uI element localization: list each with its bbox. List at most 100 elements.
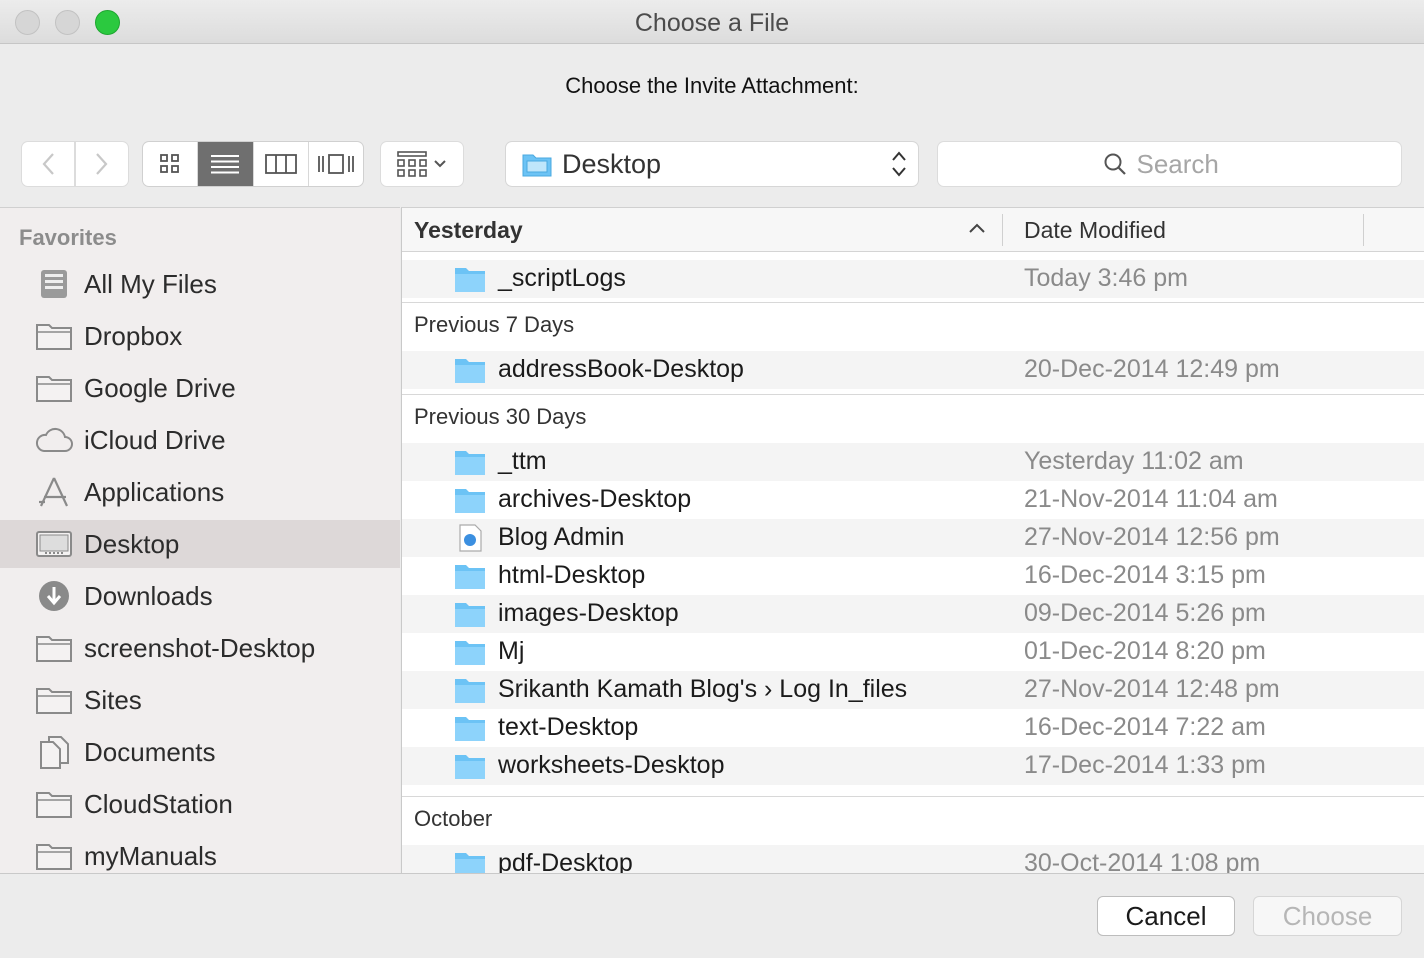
file-row[interactable]: images-Desktop 09-Dec-2014 5:26 pm <box>402 595 1424 633</box>
choose-button[interactable]: Choose <box>1253 896 1402 936</box>
list-icon <box>211 155 240 174</box>
back-button[interactable] <box>22 142 74 186</box>
sidebar-item-all-my-files[interactable]: All My Files <box>0 260 400 308</box>
file-date: Yesterday 11:02 am <box>1024 447 1244 475</box>
forward-button[interactable] <box>76 142 128 186</box>
file-row[interactable]: Mj 01-Dec-2014 8:20 pm <box>402 633 1424 671</box>
folder-icon <box>455 641 485 665</box>
sidebar-item-sites[interactable]: Sites <box>0 676 400 724</box>
downloads-icon <box>35 580 73 612</box>
sidebar-item-applications[interactable]: Applications <box>0 468 400 516</box>
column-header-name[interactable]: Yesterday <box>414 217 523 244</box>
title-bar: Choose a File <box>0 0 1424 44</box>
window-title: Choose a File <box>634 9 790 37</box>
sidebar-item-dropbox[interactable]: Dropbox <box>0 312 400 360</box>
cancel-button[interactable]: Cancel <box>1097 896 1235 936</box>
folder-icon <box>35 320 73 352</box>
popup-arrows-icon <box>892 151 906 177</box>
file-date: Today 3:46 pm <box>1024 264 1188 292</box>
sidebar-item-label: Documents <box>84 736 216 767</box>
folder-icon <box>455 565 485 589</box>
cover-flow-icon <box>317 154 354 174</box>
column-view-button[interactable] <box>254 142 309 186</box>
group-header: Previous 7 Days <box>402 302 1424 346</box>
group-label: October <box>414 806 493 831</box>
file-row[interactable]: Srikanth Kamath Blog's › Log In_files 27… <box>402 671 1424 709</box>
folder-icon <box>35 788 73 820</box>
folder-icon <box>455 489 485 513</box>
file-row[interactable]: html-Desktop 16-Dec-2014 3:15 pm <box>402 557 1424 595</box>
sidebar-item-desktop[interactable]: Desktop <box>0 520 400 568</box>
column-header-date-modified[interactable]: Date Modified <box>1024 217 1166 244</box>
file-name: Srikanth Kamath Blog's › Log In_files <box>498 675 908 703</box>
folder-icon <box>455 359 485 383</box>
column-divider[interactable] <box>1363 214 1364 246</box>
arrange-grid-icon <box>397 151 427 177</box>
sidebar-item-label: Dropbox <box>84 320 183 351</box>
file-row[interactable]: archives-Desktop 21-Nov-2014 11:04 am <box>402 481 1424 519</box>
folder-icon <box>455 679 485 703</box>
group-label: Previous 30 Days <box>414 404 587 429</box>
icon-grid-icon <box>160 154 180 173</box>
file-date: 21-Nov-2014 11:04 am <box>1024 485 1278 513</box>
file-row[interactable]: _scriptLogs Today 3:46 pm <box>402 260 1424 298</box>
folder-icon <box>35 684 73 716</box>
file-row[interactable]: pdf-Desktop 30-Oct-2014 1:08 pm <box>402 845 1424 873</box>
sidebar-item-documents[interactable]: Documents <box>0 728 400 776</box>
sidebar-item-cloudstation[interactable]: CloudStation <box>0 780 400 828</box>
group-header: Previous 30 Days <box>402 394 1424 438</box>
sidebar-item-label: myManuals <box>84 840 217 871</box>
file-row[interactable]: Blog Admin 27-Nov-2014 12:56 pm <box>402 519 1424 557</box>
cloud-icon <box>35 424 73 456</box>
file-date: 16-Dec-2014 3:15 pm <box>1024 561 1266 589</box>
file-name: text-Desktop <box>498 713 639 741</box>
list-view-button[interactable] <box>198 142 254 186</box>
file-name: archives-Desktop <box>498 485 692 513</box>
file-name: pdf-Desktop <box>498 849 633 873</box>
file-name: _scriptLogs <box>498 264 626 292</box>
search-field[interactable] <box>938 142 1401 186</box>
sidebar-item-screenshot-desktop[interactable]: screenshot-Desktop <box>0 624 400 672</box>
sidebar-item-mymanuals[interactable]: myManuals <box>0 832 400 873</box>
file-row[interactable]: text-Desktop 16-Dec-2014 7:22 am <box>402 709 1424 747</box>
column-header: Yesterday Date Modified <box>402 208 1424 252</box>
icon-view-button[interactable] <box>143 142 199 186</box>
file-row[interactable]: worksheets-Desktop 17-Dec-2014 1:33 pm <box>402 747 1424 785</box>
folder-icon <box>455 853 485 873</box>
column-divider[interactable] <box>1002 214 1003 246</box>
folder-icon <box>455 451 485 475</box>
arrange-menu-button[interactable] <box>381 142 463 186</box>
sidebar-heading-favorites: Favorites <box>19 225 117 250</box>
location-label: Desktop <box>562 148 662 179</box>
sidebar-item-label: CloudStation <box>84 788 233 819</box>
sidebar-item-label: Downloads <box>84 580 213 611</box>
folder-icon <box>455 268 485 292</box>
cover-flow-view-button[interactable] <box>309 142 363 186</box>
chevron-left-icon <box>42 153 54 175</box>
search-input[interactable] <box>1136 148 1237 180</box>
documents-icon <box>35 736 73 769</box>
search-icon <box>1104 153 1126 175</box>
sidebar: Favorites All My Files Dropbox Google Dr… <box>0 207 400 873</box>
sidebar-item-downloads[interactable]: Downloads <box>0 572 400 620</box>
sidebar-item-google-drive[interactable]: Google Drive <box>0 364 400 412</box>
folder-icon <box>35 632 73 664</box>
group-header: October <box>402 796 1424 840</box>
folder-icon <box>455 755 485 779</box>
dialog-prompt: Choose the Invite Attachment: <box>565 73 859 98</box>
sidebar-item-icloud-drive[interactable]: iCloud Drive <box>0 416 400 464</box>
columns-icon <box>264 154 297 174</box>
desktop-icon <box>35 528 73 560</box>
dialog-footer: Cancel Choose <box>0 873 1424 958</box>
file-name: _ttm <box>498 447 547 475</box>
file-date: 30-Oct-2014 1:08 pm <box>1024 849 1261 873</box>
file-row[interactable]: addressBook-Desktop 20-Dec-2014 12:49 pm <box>402 351 1424 389</box>
file-name: worksheets-Desktop <box>498 751 725 779</box>
sidebar-item-label: iCloud Drive <box>84 424 226 455</box>
location-popup[interactable]: Desktop <box>506 142 918 186</box>
sidebar-item-label: screenshot-Desktop <box>84 632 316 663</box>
file-name: html-Desktop <box>498 561 646 589</box>
file-row[interactable]: _ttm Yesterday 11:02 am <box>402 443 1424 481</box>
group-label: Previous 7 Days <box>414 312 575 337</box>
file-name: images-Desktop <box>498 599 679 627</box>
